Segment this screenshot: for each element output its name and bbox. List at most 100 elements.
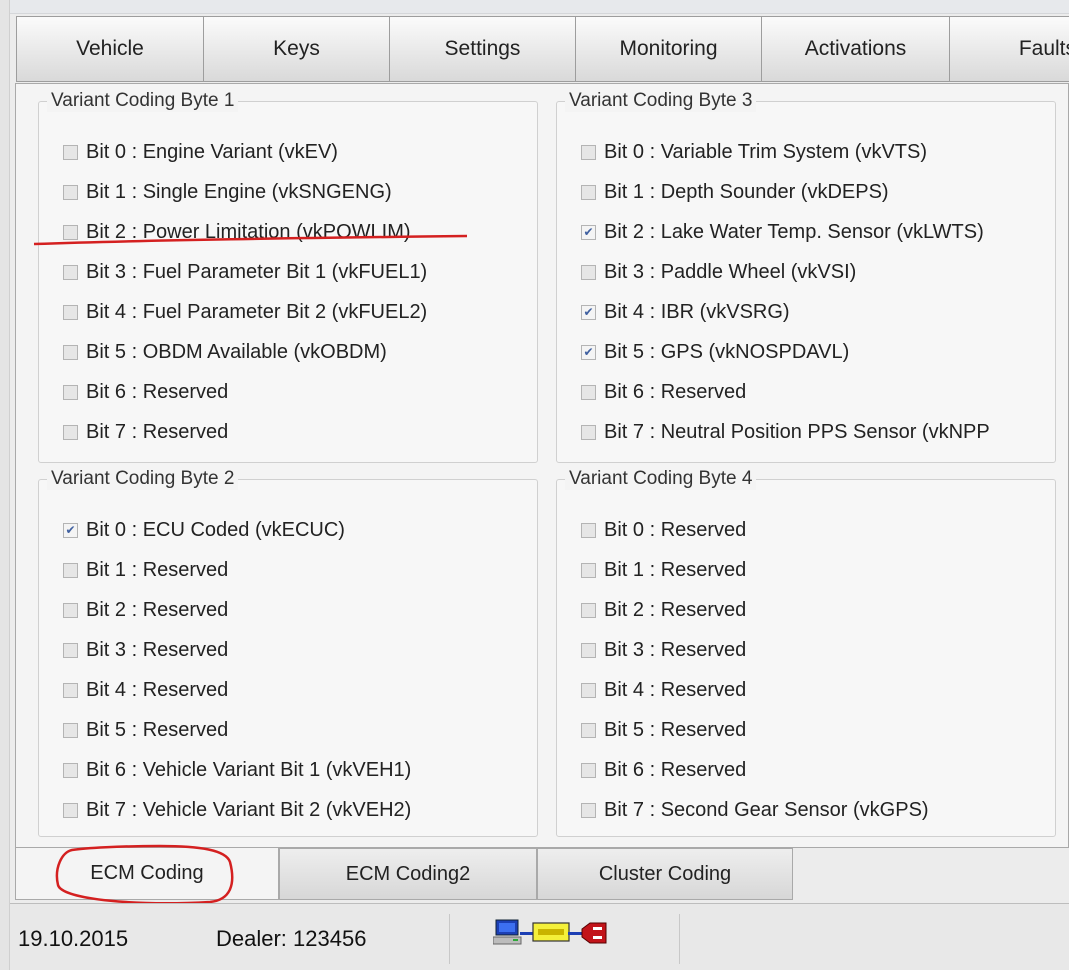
checkbox[interactable]	[63, 224, 78, 240]
checkbox[interactable]	[581, 522, 596, 538]
bit-row-0[interactable]: ✔ Bit 0 : ECU Coded (vkECUC)	[63, 510, 527, 550]
bit-row-2[interactable]: Bit 2 : Reserved	[581, 590, 1045, 630]
checkbox[interactable]	[581, 722, 596, 738]
tab-ecm-coding[interactable]: ECM Coding	[15, 848, 279, 900]
bit-row-5[interactable]: Bit 5 : Reserved	[63, 710, 527, 750]
tab-vehicle[interactable]: Vehicle	[16, 16, 203, 82]
checkbox[interactable]	[63, 184, 78, 200]
bit-row-3[interactable]: Bit 3 : Reserved	[581, 630, 1045, 670]
checkbox-checked[interactable]: ✔	[581, 304, 596, 320]
checkbox-checked[interactable]: ✔	[581, 224, 596, 240]
checkbox[interactable]	[581, 144, 596, 160]
tab-ecm-coding2[interactable]: ECM Coding2	[279, 848, 537, 900]
bit-row-2[interactable]: ✔ Bit 2 : Lake Water Temp. Sensor (vkLWTS…	[581, 212, 1045, 252]
checkbox[interactable]	[63, 424, 78, 440]
checkbox[interactable]	[581, 424, 596, 440]
bit-row-0[interactable]: Bit 0 : Engine Variant (vkEV)	[63, 132, 527, 172]
bit-label: Bit 5 : Reserved	[604, 718, 747, 741]
bit-row-4[interactable]: Bit 4 : Reserved	[63, 670, 527, 710]
checkbox[interactable]	[581, 762, 596, 778]
window-top-strip	[0, 0, 1069, 14]
checkbox[interactable]	[63, 642, 78, 658]
checkbox[interactable]	[581, 562, 596, 578]
bit-label: Bit 0 : Engine Variant (vkEV)	[86, 140, 338, 163]
bit-row-1[interactable]: Bit 1 : Reserved	[581, 550, 1045, 590]
bit-row-6[interactable]: Bit 6 : Vehicle Variant Bit 1 (vkVEH1)	[63, 750, 527, 790]
bit-label: Bit 3 : Paddle Wheel (vkVSI)	[604, 260, 857, 283]
bit-row-3[interactable]: Bit 3 : Paddle Wheel (vkVSI)	[581, 252, 1045, 292]
bit-list: Bit 0 : Variable Trim System (vkVTS) Bit …	[581, 132, 1045, 452]
bit-label: Bit 6 : Reserved	[604, 758, 747, 781]
bit-label: Bit 2 : Lake Water Temp. Sensor (vkLWTS)	[604, 220, 984, 243]
group-variant-coding-byte-1: Variant Coding Byte 1 Bit 0 : Engine Var…	[38, 90, 538, 463]
bit-label: Bit 4 : IBR (vkVSRG)	[604, 300, 790, 323]
checkbox-checked[interactable]: ✔	[581, 344, 596, 360]
bit-row-7[interactable]: Bit 7 : Second Gear Sensor (vkGPS)	[581, 790, 1045, 830]
group-variant-coding-byte-2: Variant Coding Byte 2 ✔ Bit 0 : ECU Coded…	[38, 468, 538, 837]
checkbox[interactable]	[63, 562, 78, 578]
bit-row-7[interactable]: Bit 7 : Vehicle Variant Bit 2 (vkVEH2)	[63, 790, 527, 830]
status-cell-info: 19.10.2015 Dealer: 123456	[10, 914, 450, 964]
tab-keys[interactable]: Keys	[203, 16, 389, 82]
bit-label: Bit 6 : Reserved	[86, 380, 229, 403]
bit-row-6[interactable]: Bit 6 : Reserved	[581, 372, 1045, 412]
checkbox[interactable]	[581, 642, 596, 658]
bit-row-3[interactable]: Bit 3 : Fuel Parameter Bit 1 (vkFUEL1)	[63, 252, 527, 292]
bit-label: Bit 3 : Reserved	[604, 638, 747, 661]
tab-monitoring[interactable]: Monitoring	[575, 16, 761, 82]
bit-label: Bit 2 : Reserved	[604, 598, 747, 621]
checkbox[interactable]	[63, 722, 78, 738]
checkbox[interactable]	[63, 264, 78, 280]
window-left-edge	[0, 0, 10, 970]
bottom-tab-bar: ECM Coding ECM Coding2 Cluster Coding	[15, 848, 1069, 900]
bit-row-1[interactable]: Bit 1 : Reserved	[63, 550, 527, 590]
checkbox[interactable]	[581, 384, 596, 400]
bit-row-6[interactable]: Bit 6 : Reserved	[63, 372, 527, 412]
bit-label: Bit 5 : Reserved	[86, 718, 229, 741]
bit-row-4[interactable]: ✔ Bit 4 : IBR (vkVSRG)	[581, 292, 1045, 332]
checkbox[interactable]	[63, 384, 78, 400]
checkbox[interactable]	[581, 184, 596, 200]
bit-row-1[interactable]: Bit 1 : Depth Sounder (vkDEPS)	[581, 172, 1045, 212]
bit-row-0[interactable]: Bit 0 : Variable Trim System (vkVTS)	[581, 132, 1045, 172]
checkbox[interactable]	[63, 602, 78, 618]
checkbox-checked[interactable]: ✔	[63, 522, 78, 538]
checkbox[interactable]	[63, 682, 78, 698]
bit-row-3[interactable]: Bit 3 : Reserved	[63, 630, 527, 670]
bit-label: Bit 1 : Depth Sounder (vkDEPS)	[604, 180, 889, 203]
bit-row-5[interactable]: ✔ Bit 5 : GPS (vkNOSPDAVL)	[581, 332, 1045, 372]
bit-row-2[interactable]: Bit 2 : Reserved	[63, 590, 527, 630]
checkbox[interactable]	[63, 344, 78, 360]
bit-row-5[interactable]: Bit 5 : Reserved	[581, 710, 1045, 750]
bit-list: Bit 0 : Engine Variant (vkEV) Bit 1 : Sin…	[63, 132, 527, 452]
checkbox[interactable]	[581, 802, 596, 818]
bit-row-6[interactable]: Bit 6 : Reserved	[581, 750, 1045, 790]
bit-row-0[interactable]: Bit 0 : Reserved	[581, 510, 1045, 550]
bit-label: Bit 1 : Single Engine (vkSNGENG)	[86, 180, 392, 203]
bit-row-1[interactable]: Bit 1 : Single Engine (vkSNGENG)	[63, 172, 527, 212]
checkbox[interactable]	[581, 602, 596, 618]
checkbox[interactable]	[581, 264, 596, 280]
tab-settings[interactable]: Settings	[389, 16, 575, 82]
bit-row-5[interactable]: Bit 5 : OBDM Available (vkOBDM)	[63, 332, 527, 372]
tab-cluster-coding[interactable]: Cluster Coding	[537, 848, 793, 900]
bit-row-4[interactable]: Bit 4 : Fuel Parameter Bit 2 (vkFUEL2)	[63, 292, 527, 332]
group-title: Variant Coding Byte 4	[565, 468, 757, 490]
bit-row-7[interactable]: Bit 7 : Neutral Position PPS Sensor (vkN…	[581, 412, 1045, 452]
bit-label: Bit 1 : Reserved	[86, 558, 229, 581]
checkbox[interactable]	[63, 762, 78, 778]
tab-faults[interactable]: Faults	[949, 16, 1069, 82]
checkbox[interactable]	[63, 802, 78, 818]
bit-label: Bit 6 : Vehicle Variant Bit 1 (vkVEH1)	[86, 758, 412, 781]
bit-label: Bit 5 : GPS (vkNOSPDAVL)	[604, 340, 850, 363]
bit-label: Bit 4 : Reserved	[86, 678, 229, 701]
bit-row-4[interactable]: Bit 4 : Reserved	[581, 670, 1045, 710]
checkbox[interactable]	[63, 144, 78, 160]
checkbox[interactable]	[581, 682, 596, 698]
checkbox[interactable]	[63, 304, 78, 320]
bit-row-7[interactable]: Bit 7 : Reserved	[63, 412, 527, 452]
tab-activations[interactable]: Activations	[761, 16, 949, 82]
bit-row-2[interactable]: Bit 2 : Power Limitation (vkPOWLIM)	[63, 212, 527, 252]
bit-label: Bit 3 : Reserved	[86, 638, 229, 661]
group-variant-coding-byte-3: Variant Coding Byte 3 Bit 0 : Variable T…	[556, 90, 1056, 463]
